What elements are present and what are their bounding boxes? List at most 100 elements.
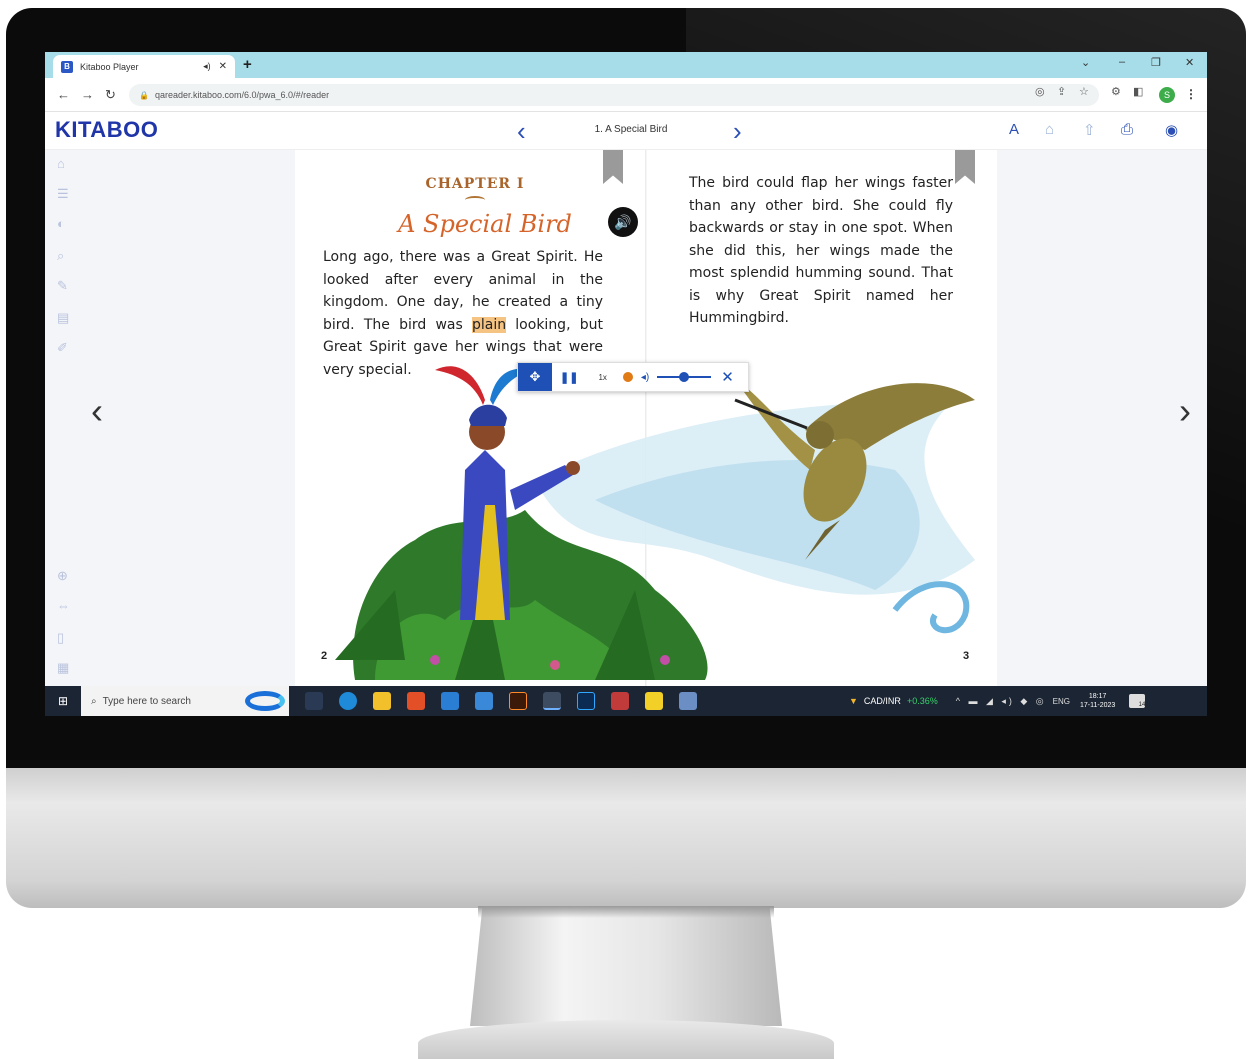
highlight-color-dot[interactable]	[622, 372, 633, 382]
chapter-title-header: 1. A Special Bird	[594, 124, 668, 135]
kitaboo-logo: KITABOO	[55, 117, 159, 142]
illustrator-icon[interactable]	[509, 692, 527, 710]
tab-close-icon[interactable]: ✕	[219, 61, 227, 72]
notes-icon[interactable]: ▤	[57, 310, 69, 326]
next-page-chevron-icon[interactable]: ›	[1179, 390, 1191, 432]
reload-icon[interactable]: ↻	[105, 87, 116, 103]
resources-icon[interactable]: ◐	[57, 216, 65, 231]
reader-header: KITABOO ‹ 1. A Special Bird › A ⌂ ⇧ ⎙ ◉	[45, 112, 1207, 150]
forward-arrow-icon[interactable]: →	[81, 87, 94, 102]
move-icon[interactable]: ✥	[518, 363, 552, 391]
windows-taskbar: ⊞ ⌕ Type here to search ▼ CAD/INR +0.36%	[45, 686, 1207, 716]
pen-tool-icon[interactable]: ✎	[57, 278, 68, 294]
copilot-icon[interactable]	[245, 691, 285, 711]
highlight-icon[interactable]: ✐	[57, 340, 68, 356]
task-view-icon[interactable]	[305, 692, 323, 710]
side-panel-icon[interactable]: ◧	[1133, 85, 1143, 98]
windows-start-icon[interactable]: ⊞	[45, 694, 81, 708]
print-icon[interactable]: ⎙	[1121, 121, 1133, 138]
clear-icon[interactable]: ⌂	[1045, 121, 1054, 138]
user-profile-icon[interactable]: ◉	[1165, 121, 1178, 139]
left-page-number: 2	[321, 650, 328, 662]
monitor-mockup: B Kitaboo Player ◂) ✕ + ⌄ – ❐ ✕ ← → ↻ 🔒 …	[0, 0, 1249, 1059]
figma-icon[interactable]	[407, 692, 425, 710]
book-spread: CHAPTER I A Special Bird Long ago, there…	[295, 150, 997, 686]
ticker-symbol[interactable]: CAD/INR	[864, 696, 901, 706]
upload-icon[interactable]: ⇧	[1083, 121, 1096, 139]
tab-search-icon[interactable]: ⌄	[1081, 56, 1090, 69]
extensions-icon[interactable]: ⚙	[1111, 85, 1121, 98]
chrome-menu-icon[interactable]: ⋮	[1185, 87, 1197, 101]
volume-slider[interactable]	[657, 372, 712, 382]
tray-icons[interactable]: ^ ▬ ◢ ◂) ◆ ◎	[956, 696, 1047, 707]
fit-width-icon[interactable]: ⇔	[57, 598, 70, 613]
clock-time: 18:17	[1088, 693, 1107, 700]
profile-avatar[interactable]: S	[1159, 87, 1175, 103]
thumbnails-icon[interactable]: ▦	[57, 660, 69, 676]
right-page-text: The bird could flap her wings faster tha…	[689, 175, 953, 326]
audio-player: ✥ ❚❚ 1x ◂) ✕	[517, 362, 749, 392]
monitor-chin	[6, 768, 1246, 908]
bookmark-star-icon[interactable]: ☆	[1079, 85, 1089, 98]
screen: B Kitaboo Player ◂) ✕ + ⌄ – ❐ ✕ ← → ↻ 🔒 …	[45, 52, 1207, 716]
taskbar-search[interactable]: ⌕ Type here to search	[81, 686, 289, 716]
prev-page-chevron-icon[interactable]: ‹	[91, 390, 103, 432]
mail-icon[interactable]	[441, 692, 459, 710]
zoom-in-icon[interactable]: ⊕	[57, 568, 68, 584]
clock[interactable]: 18:17 17-11-2023	[1080, 692, 1115, 710]
system-tray: ▼ CAD/INR +0.36% ^ ▬ ◢ ◂) ◆ ◎ ENG 18:17 …	[849, 686, 1146, 716]
share-icon[interactable]: ⇪	[1057, 85, 1066, 98]
ticker-change: +0.36%	[906, 696, 938, 706]
edge-icon[interactable]	[339, 692, 357, 710]
table-of-contents-icon[interactable]: ☰	[57, 186, 69, 202]
app-icon[interactable]	[679, 692, 697, 710]
chapter-label: CHAPTER I	[425, 176, 525, 192]
tab-title: Kitaboo Player	[80, 61, 139, 72]
monitor-stand-base	[418, 1020, 834, 1059]
browser-tab[interactable]: B Kitaboo Player ◂) ✕	[53, 55, 235, 78]
search-icon[interactable]: ⌕	[57, 248, 64, 264]
reader-area: ⌂ ☰ ◐ ⌕ ✎ ▤ ✐ ⊕ ⇔ ▯ ▦ ‹ › CHAPTER I A Sp…	[45, 150, 1207, 686]
store-icon[interactable]	[475, 692, 493, 710]
notification-icon[interactable]: 14	[1129, 694, 1146, 708]
read-aloud-icon[interactable]: A	[1009, 121, 1019, 138]
single-page-icon[interactable]: ▯	[57, 630, 64, 646]
reader-sidebar: ⌂ ☰ ◐ ⌕ ✎ ▤ ✐ ⊕ ⇔ ▯ ▦	[45, 150, 85, 686]
chapter-title: A Special Bird	[398, 210, 572, 238]
home-icon[interactable]: ⌂	[57, 156, 65, 171]
url-text: qareader.kitaboo.com/6.0/pwa_6.0/#/reade…	[154, 90, 330, 100]
stock-ticker-icon[interactable]: ▼	[849, 696, 858, 706]
sticky-notes-icon[interactable]	[645, 692, 663, 710]
close-player-icon[interactable]: ✕	[721, 368, 734, 386]
monitor-stand	[470, 906, 782, 1026]
chrome-icon[interactable]	[543, 692, 561, 710]
file-explorer-icon[interactable]	[373, 692, 391, 710]
back-arrow-icon[interactable]: ←	[57, 87, 70, 102]
window-close-button[interactable]: ✕	[1185, 56, 1194, 69]
lock-icon: 🔒	[139, 90, 149, 100]
right-page-bookmark-icon[interactable]	[955, 150, 975, 184]
winrar-icon[interactable]	[611, 692, 629, 710]
language-indicator[interactable]: ENG	[1053, 697, 1070, 706]
pause-icon[interactable]: ❚❚	[560, 371, 578, 384]
maximize-button[interactable]: ❐	[1151, 56, 1161, 69]
taskbar-search-placeholder: Type here to search	[102, 695, 191, 707]
volume-icon[interactable]: ◂)	[641, 372, 649, 383]
speed-button[interactable]: 1x	[598, 373, 606, 382]
google-lens-icon[interactable]: ◎	[1035, 85, 1045, 98]
read-aloud-speaker-icon[interactable]: 🔊	[608, 207, 638, 237]
highlighted-word[interactable]: plain	[471, 316, 507, 333]
browser-toolbar: ← → ↻ 🔒 qareader.kitaboo.com/6.0/pwa_6.0…	[45, 78, 1207, 112]
right-page-number: 3	[963, 650, 970, 662]
story-illustration	[335, 366, 975, 680]
new-tab-button[interactable]: +	[243, 56, 252, 73]
stand-shadow	[478, 906, 774, 918]
volume-slider-knob[interactable]	[679, 372, 690, 382]
minimize-button[interactable]: –	[1119, 56, 1125, 68]
tab-audio-icon[interactable]: ◂)	[203, 61, 211, 72]
address-bar[interactable]: 🔒 qareader.kitaboo.com/6.0/pwa_6.0/#/rea…	[129, 84, 1099, 106]
search-glass-icon: ⌕	[91, 695, 97, 707]
prev-chapter-chevron-icon[interactable]: ‹	[517, 116, 526, 147]
next-chapter-chevron-icon[interactable]: ›	[733, 116, 742, 147]
photoshop-icon[interactable]	[577, 692, 595, 710]
